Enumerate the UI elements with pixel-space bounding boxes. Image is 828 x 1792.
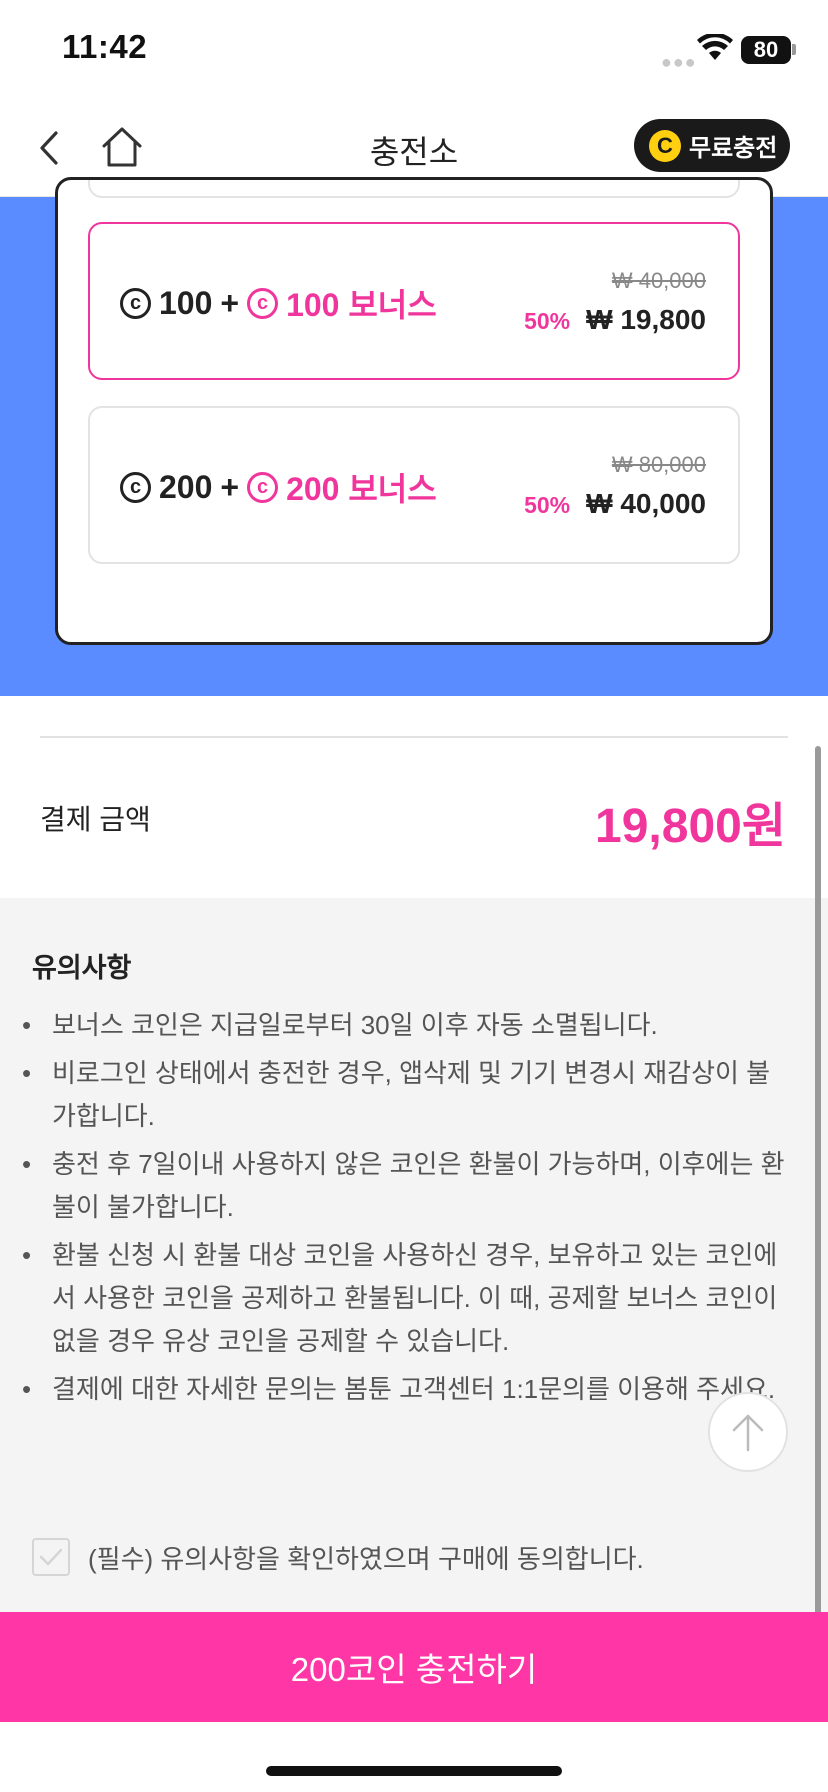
option-bonus-coins: 100 보너스	[286, 287, 437, 323]
notice-item: 비로그인 상태에서 충전한 경우, 앱삭제 및 기기 변경시 재감상이 불가합니…	[22, 1052, 792, 1138]
package-option[interactable]: c 200 + c 200 보너스 ₩ 80,000 50% ₩ 40,000	[88, 406, 740, 564]
notice-item: 충전 후 7일이내 사용하지 않은 코인은 환불이 가능하며, 이후에는 환불이…	[22, 1143, 792, 1229]
package-option[interactable]	[88, 180, 740, 198]
notice-section: 유의사항 보너스 코인은 지급일로부터 30일 이후 자동 소멸됩니다. 비로그…	[0, 898, 828, 1612]
notice-list: 보너스 코인은 지급일로부터 30일 이후 자동 소멸됩니다. 비로그인 상태에…	[22, 1004, 792, 1416]
bonus-coin-mark-icon: c	[247, 471, 279, 503]
agreement-row[interactable]: (필수) 유의사항을 확인하였으며 구매에 동의합니다.	[32, 1538, 644, 1576]
option-plus: +	[220, 284, 240, 321]
wifi-icon	[697, 34, 733, 60]
payment-total-amount: 19,800원	[595, 800, 786, 853]
notice-item: 결제에 대한 자세한 문의는 봄툰 고객센터 1:1문의를 이용해 주세요.	[22, 1368, 792, 1411]
notice-title: 유의사항	[32, 953, 132, 983]
bonus-coin-mark-icon: c	[247, 287, 279, 319]
package-option-selected[interactable]: c 100 + c 100 보너스 ₩ 40,000 50% ₩ 19,800	[88, 222, 740, 380]
scrollbar[interactable]	[815, 746, 821, 1718]
charge-coins-button[interactable]: 200코인 충전하기	[0, 1612, 828, 1722]
option-price-row: 50% ₩ 40,000	[524, 488, 706, 520]
package-card: c 100 + c 100 보너스 ₩ 40,000 50% ₩ 19,800 …	[55, 177, 773, 645]
payment-total-label: 결제 금액	[40, 804, 151, 835]
notice-item: 환불 신청 시 환불 대상 코인을 사용하신 경우, 보유하고 있는 코인에서 …	[22, 1234, 792, 1363]
coin-package-panel: c 100 + c 100 보너스 ₩ 40,000 50% ₩ 19,800 …	[0, 177, 828, 696]
coin-mark-icon: c	[120, 287, 151, 319]
option-discount: 50%	[524, 492, 571, 518]
free-charge-label: 무료충전	[689, 135, 778, 162]
scroll-to-top-button[interactable]	[708, 1392, 788, 1472]
option-plus: +	[220, 468, 240, 505]
option-original-price: ₩ 40,000	[611, 268, 706, 293]
option-base-coins: 100	[159, 284, 213, 321]
check-icon	[39, 1548, 63, 1566]
status-bar: 11:42 ●●● 80	[0, 0, 828, 100]
option-bonus-coins: 200 보너스	[286, 471, 437, 507]
home-indicator-area	[0, 1722, 828, 1792]
status-time: 11:42	[62, 28, 148, 65]
battery-cap	[792, 44, 796, 55]
signal-icon: ●●●	[661, 52, 697, 72]
option-price: ₩ 40,000	[586, 488, 706, 519]
divider	[40, 736, 788, 738]
option-coin-amount: c 200 + c 200 보너스	[120, 464, 437, 510]
home-indicator[interactable]	[266, 1766, 562, 1776]
coin-mark-icon: c	[120, 471, 151, 503]
option-coin-amount: c 100 + c 100 보너스	[120, 280, 437, 326]
agreement-text: (필수) 유의사항을 확인하였으며 구매에 동의합니다.	[88, 1543, 644, 1574]
free-charge-button[interactable]: C 무료충전	[634, 119, 790, 172]
option-price-row: 50% ₩ 19,800	[524, 304, 706, 336]
option-base-coins: 200	[159, 468, 213, 505]
coin-icon: C	[649, 129, 681, 162]
agreement-checkbox[interactable]	[32, 1538, 70, 1576]
option-discount: 50%	[524, 308, 571, 334]
notice-item: 보너스 코인은 지급일로부터 30일 이후 자동 소멸됩니다.	[22, 1004, 792, 1047]
battery-indicator: 80	[741, 36, 791, 64]
option-price: ₩ 19,800	[586, 304, 706, 335]
option-original-price: ₩ 80,000	[611, 452, 706, 477]
arrow-up-icon	[732, 1414, 764, 1452]
